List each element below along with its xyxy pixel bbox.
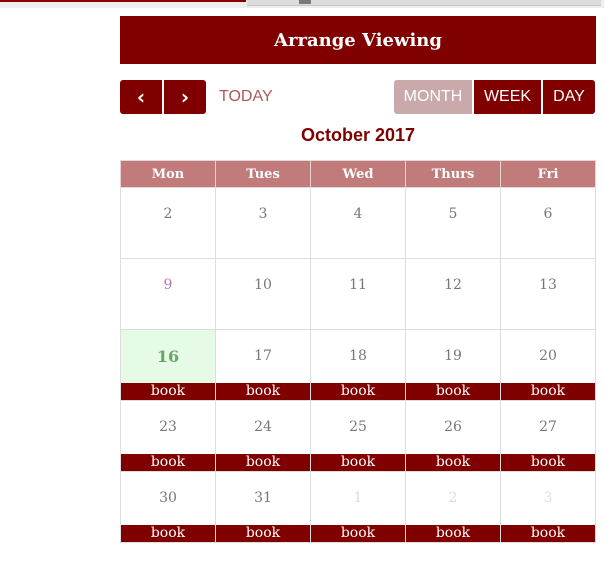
book-button[interactable]: book: [121, 454, 215, 471]
day-number: 20: [539, 348, 557, 364]
week-row: 23 book 24 book 25 book 26 book 27 book: [120, 400, 596, 472]
day-number: 11: [349, 277, 367, 293]
next-month-button[interactable]: ›: [164, 80, 206, 114]
day-cell[interactable]: 2: [120, 187, 216, 259]
day-number: 13: [539, 277, 557, 293]
day-number: 3: [543, 490, 553, 506]
book-button[interactable]: book: [311, 525, 405, 542]
day-number: 26: [444, 419, 462, 435]
day-view-button[interactable]: DAY: [543, 80, 595, 114]
day-cell[interactable]: 13: [500, 258, 596, 330]
week-row: 16 book 17 book 18 book 19 book 20 book: [120, 329, 596, 401]
day-cell[interactable]: 1 book: [310, 471, 406, 543]
day-number: 16: [156, 347, 180, 366]
day-number: 31: [254, 490, 272, 506]
day-cell[interactable]: 5: [405, 187, 501, 259]
day-cell[interactable]: 11: [310, 258, 406, 330]
day-number: 23: [159, 419, 177, 435]
weekday-header: Mon: [120, 160, 216, 188]
book-button[interactable]: book: [501, 383, 595, 400]
browser-top-strip: [0, 0, 604, 8]
day-number: 2: [163, 206, 173, 222]
day-number: 17: [254, 348, 272, 364]
day-number: 25: [349, 419, 367, 435]
day-cell[interactable]: 4: [310, 187, 406, 259]
chevron-right-icon: ›: [180, 85, 190, 109]
weekday-header-row: Mon Tues Wed Thurs Fri: [120, 160, 596, 188]
day-number: 5: [448, 206, 458, 222]
page-header: Arrange Viewing: [120, 16, 596, 64]
day-cell[interactable]: 2 book: [405, 471, 501, 543]
weekday-header: Thurs: [405, 160, 501, 188]
day-cell[interactable]: 25 book: [310, 400, 406, 472]
day-number: 12: [444, 277, 462, 293]
top-accent-bar: [0, 0, 246, 2]
book-button[interactable]: book: [501, 454, 595, 471]
day-cell[interactable]: 23 book: [120, 400, 216, 472]
book-button[interactable]: book: [216, 383, 310, 400]
day-cell[interactable]: 3: [215, 187, 311, 259]
book-button[interactable]: book: [216, 525, 310, 542]
day-number: 9: [163, 277, 173, 293]
book-button[interactable]: book: [406, 383, 500, 400]
prev-month-button[interactable]: ‹: [120, 80, 162, 114]
day-number: 18: [349, 348, 367, 364]
book-button[interactable]: book: [406, 454, 500, 471]
chevron-left-icon: ‹: [136, 85, 146, 109]
calendar-body: 2 3 4 5 6 9 10 11 12 13 16 book 17 book 18 book 19 book 20…: [120, 187, 596, 543]
book-button[interactable]: book: [311, 454, 405, 471]
book-button[interactable]: book: [501, 525, 595, 542]
day-cell[interactable]: 30 book: [120, 471, 216, 543]
day-number: 24: [254, 419, 272, 435]
week-row: 30 book 31 book 1 book 2 book 3 book: [120, 471, 596, 543]
day-number: 2: [448, 490, 458, 506]
day-cell[interactable]: 10: [215, 258, 311, 330]
day-number: 19: [444, 348, 462, 364]
day-number: 6: [543, 206, 553, 222]
day-cell[interactable]: 17 book: [215, 329, 311, 401]
day-number: 3: [258, 206, 268, 222]
week-row: 2 3 4 5 6: [120, 187, 596, 259]
week-view-button[interactable]: WEEK: [474, 80, 541, 114]
weekday-header: Wed: [310, 160, 406, 188]
book-button[interactable]: book: [216, 454, 310, 471]
month-view-button[interactable]: MONTH: [394, 80, 472, 114]
weekday-header: Tues: [215, 160, 311, 188]
day-number: 10: [254, 277, 272, 293]
top-scroll-thumb[interactable]: [299, 0, 311, 4]
day-cell[interactable]: 12: [405, 258, 501, 330]
day-cell[interactable]: 6: [500, 187, 596, 259]
day-cell[interactable]: 26 book: [405, 400, 501, 472]
day-cell[interactable]: 27 book: [500, 400, 596, 472]
day-cell[interactable]: 3 book: [500, 471, 596, 543]
today-button[interactable]: TODAY: [219, 88, 273, 106]
day-number: 4: [353, 206, 363, 222]
book-button[interactable]: book: [121, 525, 215, 542]
day-number: 30: [159, 490, 177, 506]
day-cell[interactable]: 24 book: [215, 400, 311, 472]
day-cell[interactable]: 16 book: [120, 329, 216, 401]
book-button[interactable]: book: [311, 383, 405, 400]
book-button[interactable]: book: [406, 525, 500, 542]
page-title: Arrange Viewing: [274, 29, 442, 51]
month-title: October 2017: [300, 125, 416, 145]
day-cell[interactable]: 9: [120, 258, 216, 330]
weekday-header: Fri: [500, 160, 596, 188]
day-cell[interactable]: 31 book: [215, 471, 311, 543]
calendar-grid: Mon Tues Wed Thurs Fri 2 3 4 5 6 9 10 11 12 13 16 b…: [120, 160, 596, 543]
book-button[interactable]: book: [121, 383, 215, 400]
day-number: 1: [353, 490, 363, 506]
day-cell[interactable]: 20 book: [500, 329, 596, 401]
week-row: 9 10 11 12 13: [120, 258, 596, 330]
day-cell[interactable]: 19 book: [405, 329, 501, 401]
day-cell[interactable]: 18 book: [310, 329, 406, 401]
day-number: 27: [539, 419, 557, 435]
